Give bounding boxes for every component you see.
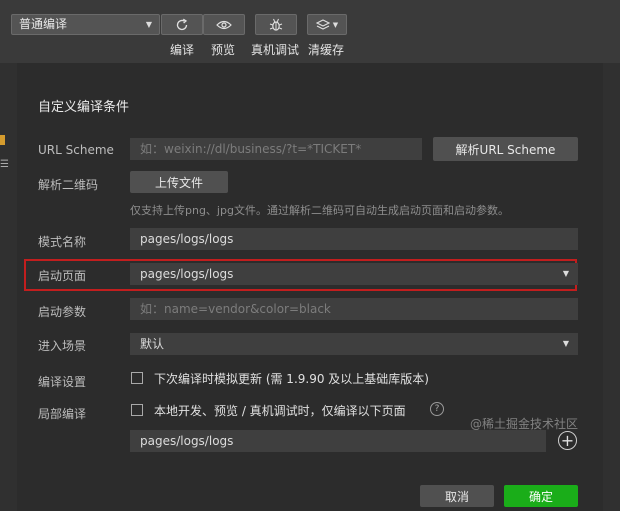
chevron-down-icon: ▼ — [562, 339, 569, 348]
partial-page-input[interactable]: pages/logs/logs — [130, 430, 546, 452]
chevron-down-icon: ▼ — [145, 20, 152, 29]
mode-name-label: 模式名称 — [38, 235, 87, 249]
preview-label: 预览 — [211, 43, 236, 57]
partial-page-value: pages/logs/logs — [140, 434, 234, 448]
eye-icon — [216, 20, 232, 29]
qr-hint-text: 仅支持上传png、jpg文件。通过解析二维码可自动生成启动页面和启动参数。 — [130, 204, 509, 217]
cancel-button[interactable]: 取消 — [420, 485, 494, 507]
upload-file-button[interactable]: 上传文件 — [130, 171, 228, 193]
device-debug-label: 真机调试 — [251, 43, 300, 57]
menu-icon[interactable]: ☰ — [0, 160, 9, 170]
compile-mode-value: 普通编译 — [19, 17, 68, 31]
clear-cache-button[interactable]: ▼ — [307, 14, 347, 35]
partial-compile-label: 局部编译 — [38, 407, 87, 421]
custom-compile-dialog: 自定义编译条件 URL Scheme 如：weixin://dl/busines… — [17, 63, 603, 511]
right-side-panel — [603, 63, 620, 511]
start-page-value: pages/logs/logs — [140, 267, 234, 281]
url-scheme-input[interactable]: 如：weixin://dl/business/?t=*TICKET* — [130, 138, 422, 160]
simulate-update-text: 下次编译时模拟更新 (需 1.9.90 及以上基础库版本) — [154, 372, 429, 386]
add-icon[interactable]: + — [558, 431, 577, 450]
scene-value: 默认 — [140, 337, 165, 351]
compile-settings-label: 编译设置 — [38, 375, 87, 389]
scene-label: 进入场景 — [38, 339, 87, 353]
simulate-update-checkbox[interactable] — [131, 372, 143, 384]
clear-cache-label: 清缓存 — [308, 43, 345, 57]
url-scheme-label: URL Scheme — [38, 143, 114, 157]
help-icon[interactable]: ? — [430, 402, 444, 416]
left-side-panel: ☰ — [0, 63, 17, 511]
device-debug-button[interactable] — [255, 14, 297, 35]
chevron-down-icon: ▼ — [332, 20, 339, 29]
compile-button[interactable] — [161, 14, 203, 35]
bracket-icon — [0, 135, 5, 145]
start-params-input[interactable]: 如：name=vendor&color=black — [130, 298, 578, 320]
bug-icon — [269, 18, 283, 31]
start-params-placeholder: 如：name=vendor&color=black — [140, 302, 331, 316]
parse-url-scheme-button[interactable]: 解析URL Scheme — [433, 137, 578, 161]
refresh-icon — [176, 18, 188, 30]
preview-button[interactable] — [203, 14, 245, 35]
start-page-select[interactable]: pages/logs/logs ▼ — [130, 263, 578, 285]
start-params-label: 启动参数 — [38, 305, 87, 319]
start-page-label: 启动页面 — [38, 269, 87, 283]
dialog-title: 自定义编译条件 — [38, 100, 130, 115]
watermark: @稀土掘金技术社区 — [470, 417, 579, 431]
partial-compile-checkbox[interactable] — [131, 404, 143, 416]
compile-label: 编译 — [170, 43, 195, 57]
qr-code-label: 解析二维码 — [38, 178, 99, 192]
mode-name-value: pages/logs/logs — [140, 232, 234, 246]
mode-name-input[interactable]: pages/logs/logs — [130, 228, 578, 250]
confirm-button[interactable]: 确定 — [504, 485, 578, 507]
url-scheme-placeholder: 如：weixin://dl/business/?t=*TICKET* — [140, 142, 362, 156]
scene-select[interactable]: 默认 ▼ — [130, 333, 578, 355]
compile-mode-select[interactable]: 普通编译 ▼ — [11, 14, 160, 35]
top-toolbar: 普通编译 ▼ ▼ 编译 预览 真机调试 清缓存 — [0, 0, 620, 63]
partial-compile-text: 本地开发、预览 / 真机调试时，仅编译以下页面 — [154, 404, 406, 418]
layers-icon — [315, 18, 330, 30]
chevron-down-icon: ▼ — [562, 269, 569, 278]
